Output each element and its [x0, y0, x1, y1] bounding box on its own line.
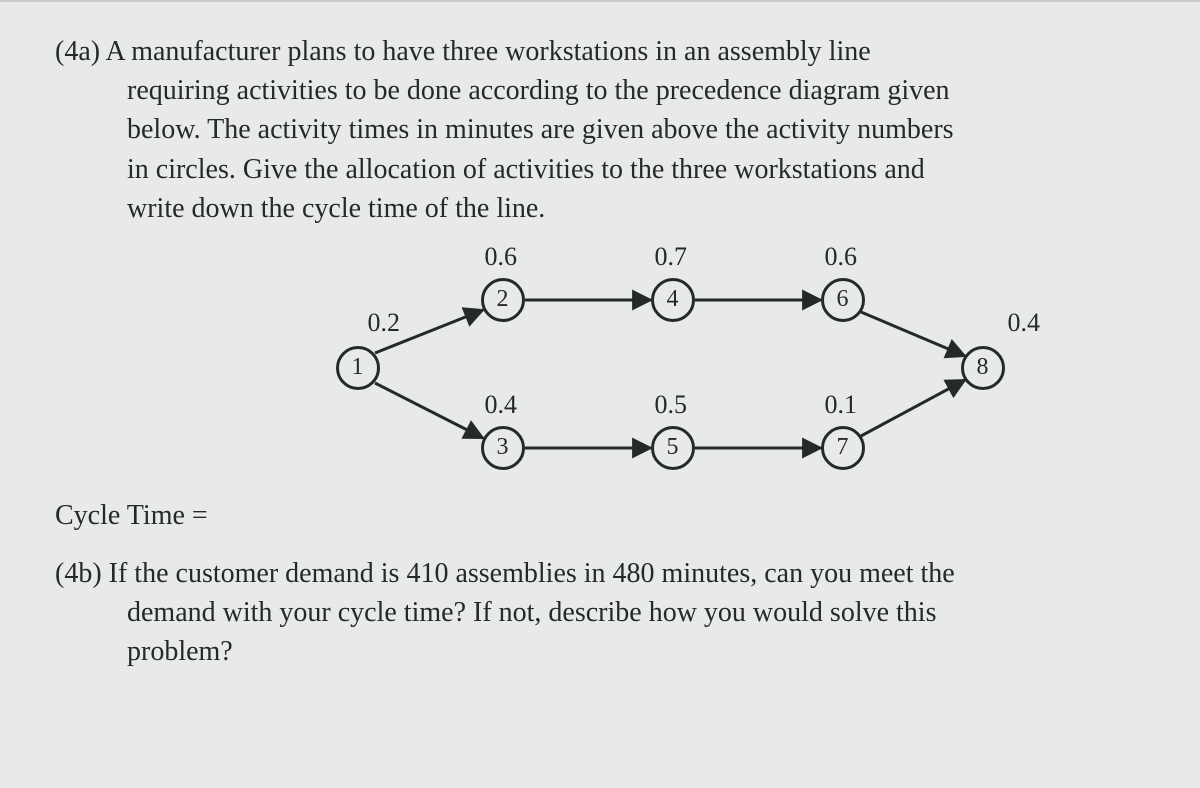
- question-4a: (4a) A manufacturer plans to have three …: [55, 32, 1150, 228]
- q4b-first-line: (4b) If the customer demand is 410 assem…: [55, 554, 1150, 593]
- time-1: 0.2: [368, 308, 401, 338]
- node-2: 2: [481, 278, 525, 322]
- q4a-first-line: (4a) A manufacturer plans to have three …: [55, 32, 1150, 71]
- node-7: 7: [821, 426, 865, 470]
- q4b-text-2: demand with your cycle time? If not, des…: [55, 593, 1150, 632]
- q4b-number: (4b): [55, 558, 102, 589]
- node-4: 4: [651, 278, 695, 322]
- q4a-text-4: in circles. Give the allocation of activ…: [55, 150, 1150, 189]
- q4a-text-3: below. The activity times in minutes are…: [55, 110, 1150, 149]
- node-8: 8: [961, 346, 1005, 390]
- node-6: 6: [821, 278, 865, 322]
- q4a-number: (4a): [55, 36, 100, 67]
- node-1: 1: [336, 346, 380, 390]
- node-3: 3: [481, 426, 525, 470]
- question-4b: (4b) If the customer demand is 410 assem…: [55, 554, 1150, 672]
- q4a-text-5: write down the cycle time of the line.: [55, 189, 1150, 228]
- node-5: 5: [651, 426, 695, 470]
- page-content: (4a) A manufacturer plans to have three …: [0, 0, 1200, 788]
- time-2: 0.6: [485, 242, 518, 272]
- cycle-time-label: Cycle Time =: [55, 500, 1150, 532]
- time-5: 0.5: [655, 390, 688, 420]
- time-3: 0.4: [485, 390, 518, 420]
- q4a-text-2: requiring activities to be done accordin…: [55, 71, 1150, 110]
- time-8: 0.4: [1008, 308, 1041, 338]
- time-4: 0.7: [655, 242, 688, 272]
- q4b-text-1: If the customer demand is 410 assemblies…: [109, 558, 955, 589]
- diagram-edges: [153, 238, 1053, 488]
- time-6: 0.6: [825, 242, 858, 272]
- time-7: 0.1: [825, 390, 858, 420]
- q4b-text-3: problem?: [55, 632, 1150, 671]
- q4a-text-1: A manufacturer plans to have three works…: [106, 36, 871, 67]
- precedence-diagram: 1 2 3 4 5 6 7 8 0.2 0.6 0.4 0.7 0.5 0.6 …: [153, 238, 1053, 488]
